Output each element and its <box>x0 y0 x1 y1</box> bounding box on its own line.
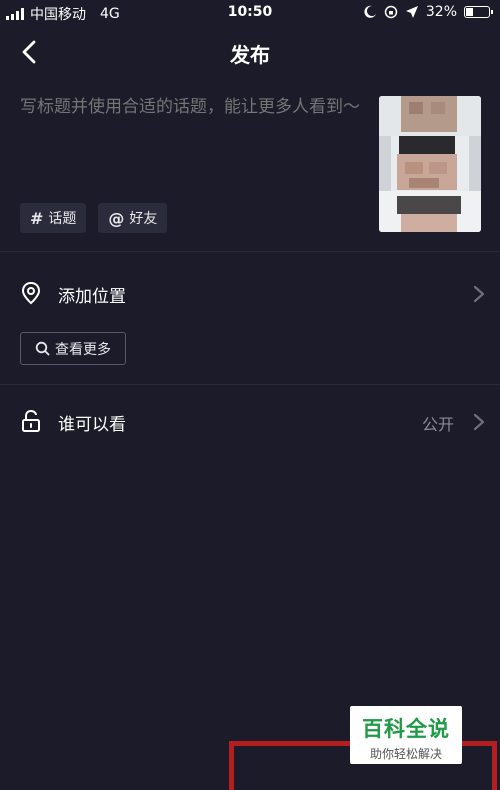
privacy-label: 谁可以看 <box>58 415 126 435</box>
video-thumbnail[interactable] <box>379 96 481 232</box>
battery-percent: 32% <box>425 4 457 20</box>
topic-tag-label: 话题 <box>48 211 77 227</box>
hashtag-icon: # <box>30 208 44 228</box>
search-icon <box>35 341 50 356</box>
privacy-row[interactable]: 谁可以看 公开 <box>0 396 500 446</box>
at-icon: @ <box>108 208 125 228</box>
topic-tag-button[interactable]: # 话题 <box>20 203 87 233</box>
nav-bar: 发布 <box>0 30 500 74</box>
thumbnail-image <box>379 96 481 232</box>
mention-friend-label: 好友 <box>129 211 158 227</box>
battery-icon <box>464 6 493 18</box>
mention-friend-button[interactable]: @ 好友 <box>98 203 168 233</box>
rotation-lock-icon <box>384 5 398 19</box>
status-right: 32% <box>363 4 493 20</box>
view-more-button[interactable]: 查看更多 <box>20 332 126 365</box>
privacy-value: 公开 <box>421 415 454 434</box>
watermark-title: 百科全说 <box>362 717 450 741</box>
tag-row: # 话题 @ 好友 <box>20 203 168 233</box>
watermark-logo: 百科全说 助你轻松解决 <box>350 706 462 764</box>
location-pin-icon <box>21 281 41 305</box>
divider <box>0 384 500 385</box>
page-title: 发布 <box>230 43 270 67</box>
unlock-icon <box>22 409 40 432</box>
view-more-label: 查看更多 <box>55 341 111 358</box>
moon-icon <box>364 5 376 18</box>
chevron-right-icon <box>473 413 485 431</box>
location-arrow-icon <box>405 6 418 18</box>
add-location-label: 添加位置 <box>58 287 126 307</box>
battery-fill <box>466 8 473 16</box>
divider <box>0 251 500 252</box>
caption-input[interactable] <box>20 96 365 146</box>
add-location-row[interactable]: 添加位置 <box>0 268 500 318</box>
status-bar: 中国移动 4G 10:50 32% <box>0 0 500 26</box>
chevron-right-icon <box>473 285 485 303</box>
watermark-subtitle: 助你轻松解决 <box>369 747 442 761</box>
